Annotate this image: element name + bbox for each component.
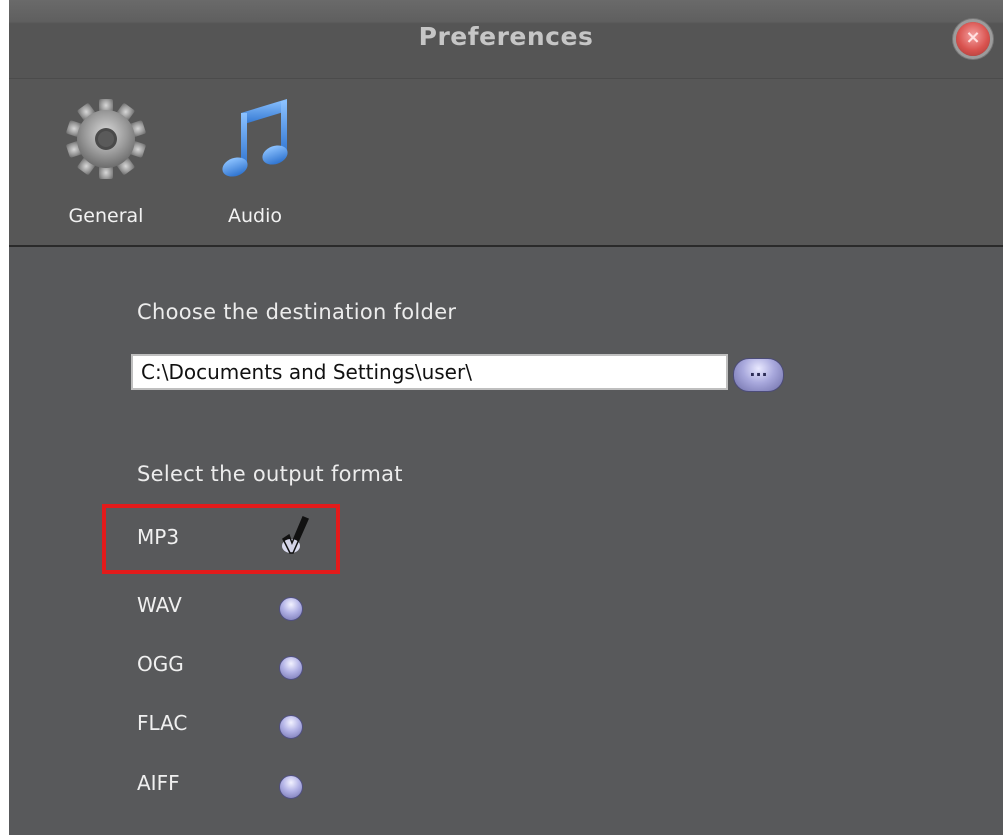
audio-settings-panel: Choose the destination folder ... Select… xyxy=(9,247,1003,835)
radio-button[interactable] xyxy=(279,775,303,799)
window-title: Preferences xyxy=(418,22,594,51)
radio-button[interactable] xyxy=(279,715,303,739)
format-label: OGG xyxy=(137,652,184,676)
preferences-window: Preferences × General Audio Choose the d… xyxy=(9,0,1003,835)
preferences-toolbar: General Audio xyxy=(9,79,1003,245)
destination-folder-input[interactable] xyxy=(131,354,728,390)
browse-button[interactable]: ... xyxy=(733,358,784,392)
format-label: FLAC xyxy=(137,711,188,735)
tab-audio-label: Audio xyxy=(227,205,282,227)
gear-icon xyxy=(66,99,146,179)
music-note-icon xyxy=(222,99,288,177)
format-option-flac[interactable]: FLAC xyxy=(137,705,357,745)
format-label: AIFF xyxy=(137,771,180,795)
radio-button[interactable] xyxy=(279,597,303,621)
close-button[interactable]: × xyxy=(956,22,990,56)
format-option-wav[interactable]: WAV xyxy=(137,587,357,627)
format-option-aiff[interactable]: AIFF xyxy=(137,765,357,805)
format-label: WAV xyxy=(137,593,182,617)
output-format-heading: Select the output format xyxy=(137,462,403,486)
destination-heading: Choose the destination folder xyxy=(137,300,457,324)
selection-highlight-box xyxy=(102,504,340,574)
radio-button[interactable] xyxy=(279,656,303,680)
close-icon: × xyxy=(965,27,981,48)
browse-button-label: ... xyxy=(749,361,768,380)
tab-general[interactable]: General xyxy=(46,79,166,245)
format-option-ogg[interactable]: OGG xyxy=(137,646,357,686)
tab-audio[interactable]: Audio xyxy=(195,79,315,245)
tab-general-label: General xyxy=(68,205,144,227)
title-bar: Preferences × xyxy=(9,0,1003,79)
